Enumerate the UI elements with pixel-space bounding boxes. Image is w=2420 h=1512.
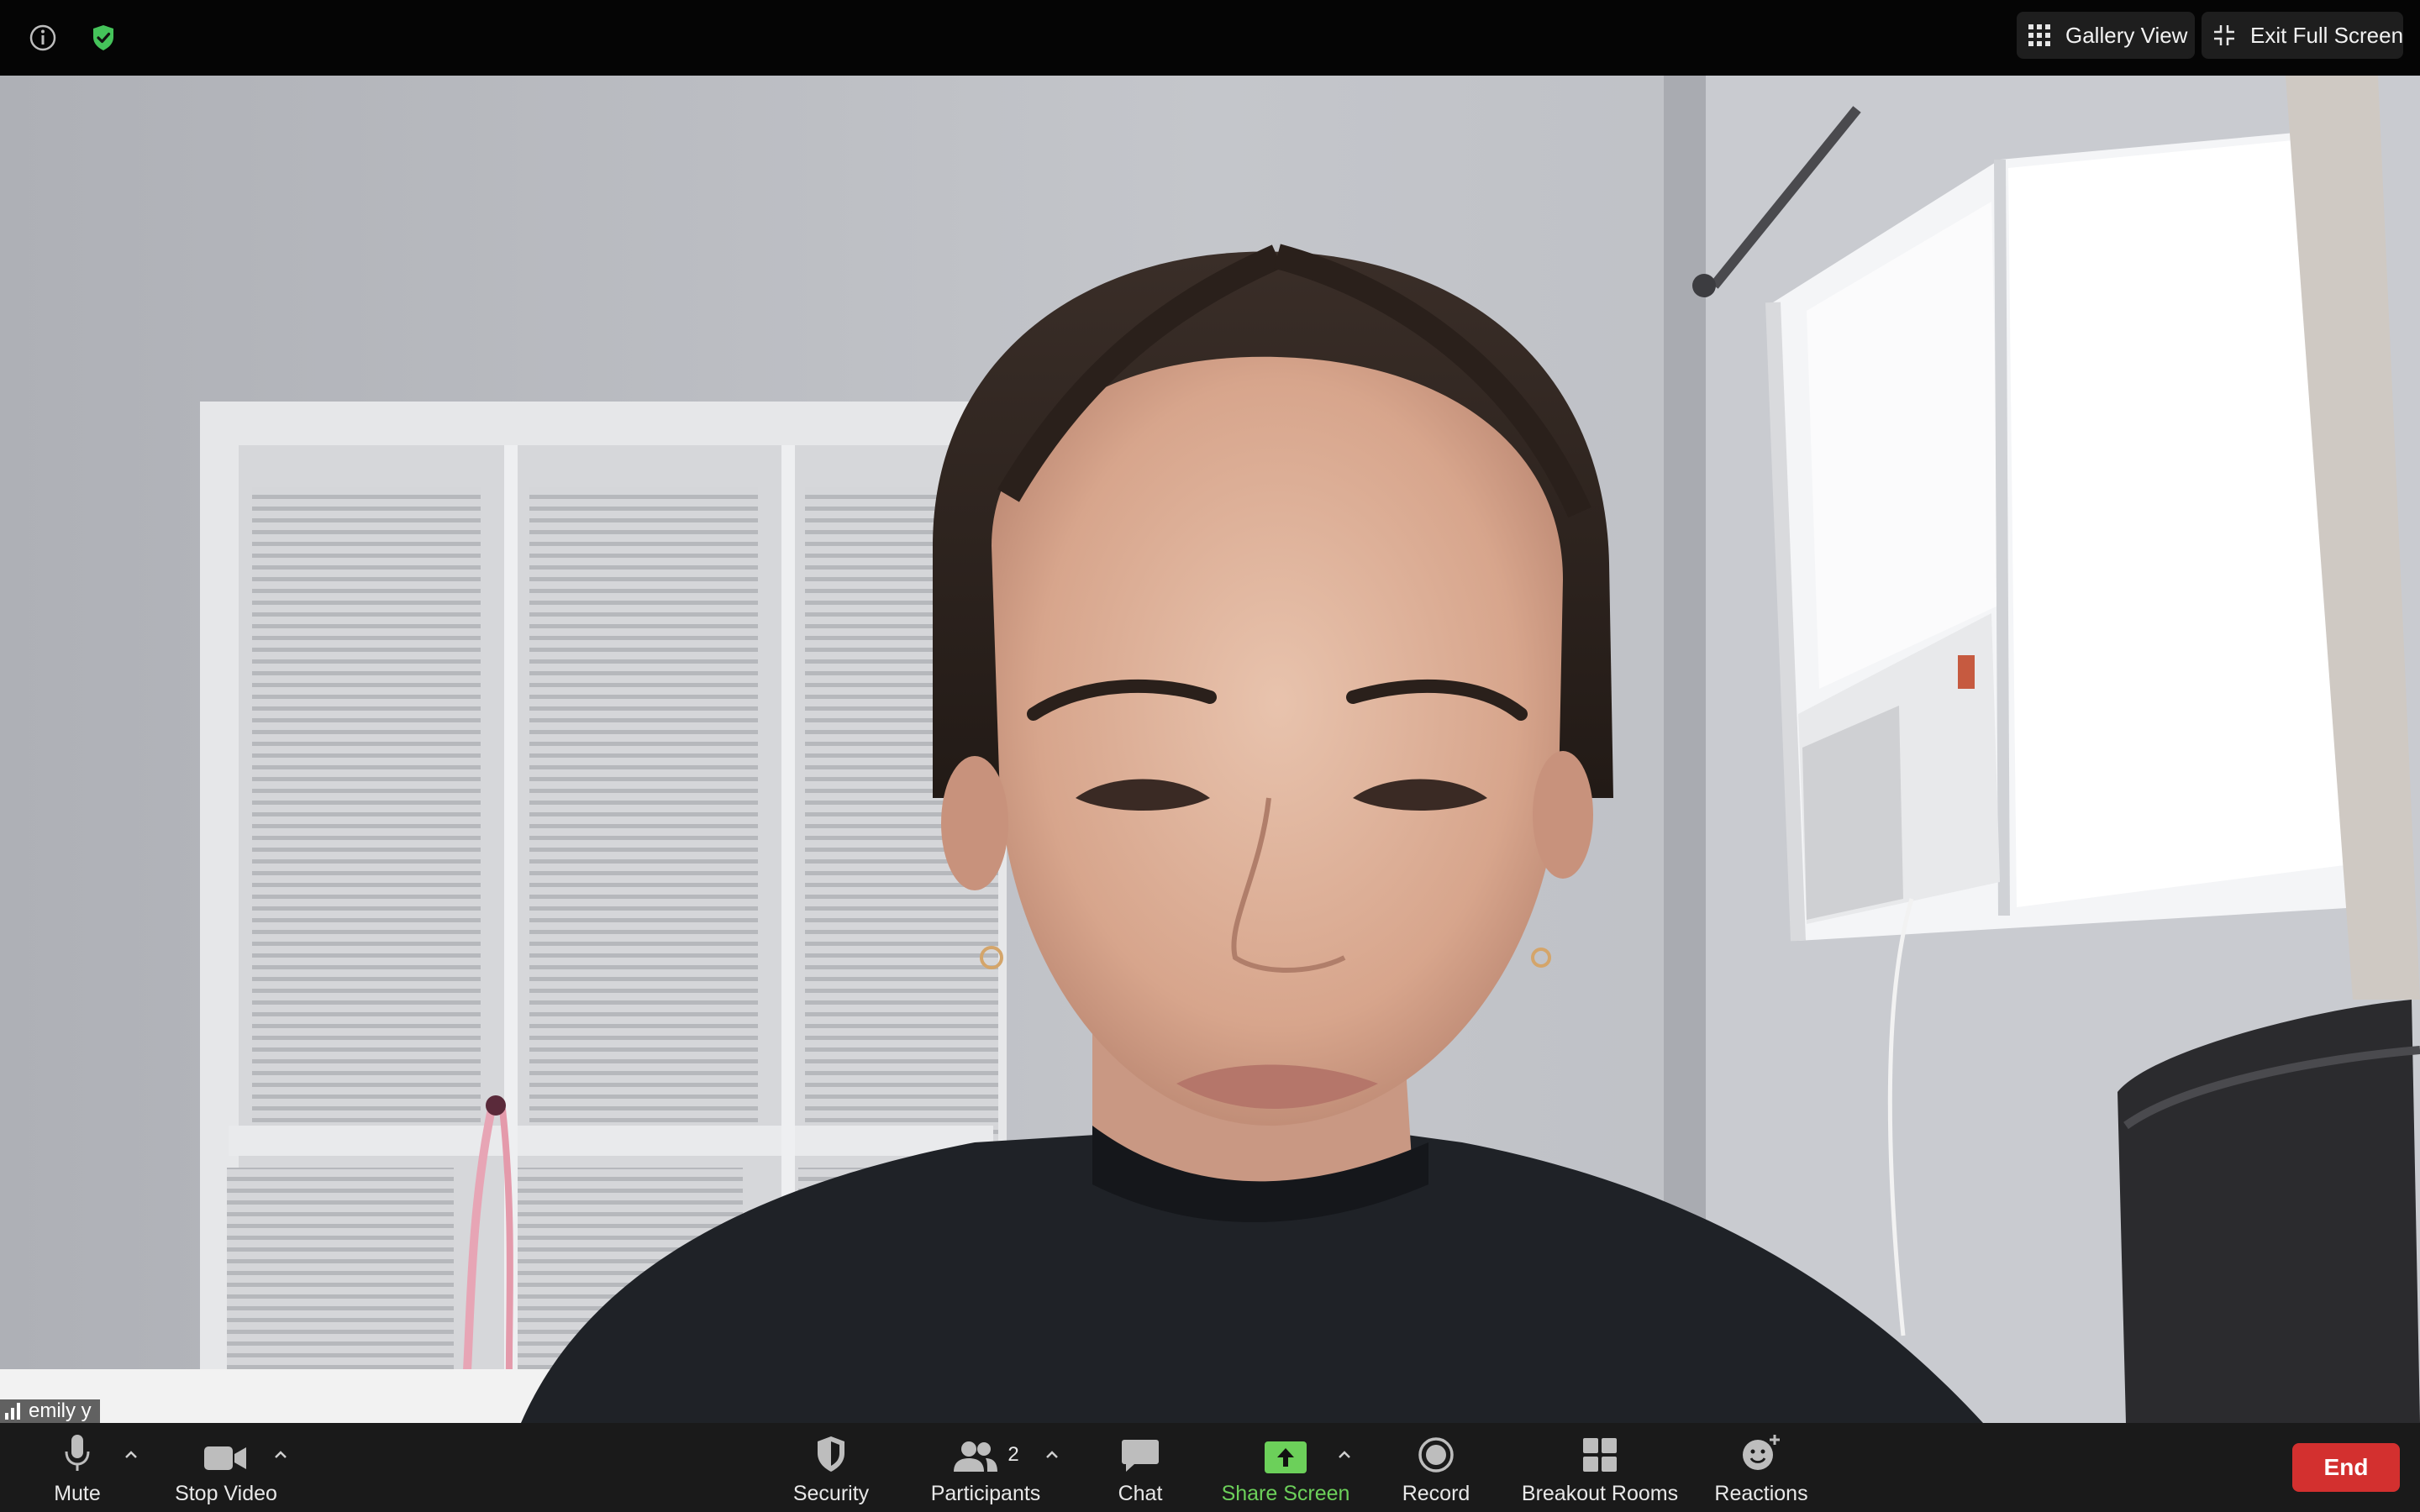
gallery-view-label: Gallery View xyxy=(2065,22,2188,48)
end-meeting-button[interactable]: End xyxy=(2292,1443,2400,1492)
breakout-rooms-label: Breakout Rooms xyxy=(1521,1482,1679,1505)
share-options-chevron-up-icon[interactable] xyxy=(1334,1445,1355,1465)
breakout-rooms-icon xyxy=(1583,1438,1617,1472)
breakout-rooms-button[interactable]: Breakout Rooms xyxy=(1518,1423,1682,1512)
share-screen-button[interactable]: Share Screen xyxy=(1220,1423,1351,1512)
security-button[interactable]: Security xyxy=(783,1423,879,1512)
chat-button[interactable]: Chat xyxy=(1104,1423,1176,1512)
info-icon[interactable] xyxy=(24,18,62,57)
audio-options-chevron-up-icon[interactable] xyxy=(121,1445,141,1465)
video-options-chevron-up-icon[interactable] xyxy=(271,1445,291,1465)
share-screen-label: Share Screen xyxy=(1221,1482,1350,1505)
record-icon xyxy=(1418,1437,1454,1473)
microphone-icon xyxy=(65,1435,90,1471)
participants-icon xyxy=(954,1441,998,1472)
gallery-view-button[interactable]: Gallery View xyxy=(2017,12,2195,59)
reaction-smiley-icon xyxy=(1743,1435,1780,1470)
exit-full-screen-label: Exit Full Screen xyxy=(2250,22,2404,48)
chat-bubble-icon xyxy=(1122,1440,1159,1472)
reactions-button[interactable]: Reactions xyxy=(1709,1423,1813,1512)
security-label: Security xyxy=(792,1482,870,1505)
reactions-label: Reactions xyxy=(1714,1482,1808,1505)
record-label: Record xyxy=(1402,1482,1470,1505)
participant-video: emily y xyxy=(0,76,2420,1423)
mute-label: Mute xyxy=(54,1482,101,1505)
participants-button[interactable]: 2 Participants xyxy=(924,1423,1047,1512)
participant-name: emily y xyxy=(29,1399,92,1422)
stop-video-button[interactable]: Stop Video xyxy=(168,1423,284,1512)
video-frame xyxy=(0,76,2420,1423)
meeting-controls-toolbar: Mute Stop Video Security 2 Participants … xyxy=(0,1423,2420,1512)
signal-strength-icon xyxy=(5,1403,20,1420)
chat-label: Chat xyxy=(1118,1482,1163,1505)
exit-fullscreen-icon xyxy=(2214,25,2234,45)
participants-label: Participants xyxy=(930,1482,1041,1505)
top-bar: Gallery View Exit Full Screen xyxy=(0,0,2420,76)
video-camera-icon xyxy=(204,1446,246,1470)
share-screen-arrow-icon xyxy=(1265,1441,1307,1473)
stop-video-label: Stop Video xyxy=(175,1482,277,1505)
participants-options-chevron-up-icon[interactable] xyxy=(1042,1445,1062,1465)
participant-name-tag: emily y xyxy=(0,1399,100,1423)
record-button[interactable]: Record xyxy=(1395,1423,1477,1512)
participants-count: 2 xyxy=(1007,1443,1019,1466)
security-shield-icon xyxy=(818,1436,844,1472)
mute-button[interactable]: Mute xyxy=(34,1423,121,1512)
exit-full-screen-button[interactable]: Exit Full Screen xyxy=(2202,12,2403,59)
grid-icon xyxy=(2028,24,2050,46)
shield-check-icon[interactable] xyxy=(82,17,124,59)
